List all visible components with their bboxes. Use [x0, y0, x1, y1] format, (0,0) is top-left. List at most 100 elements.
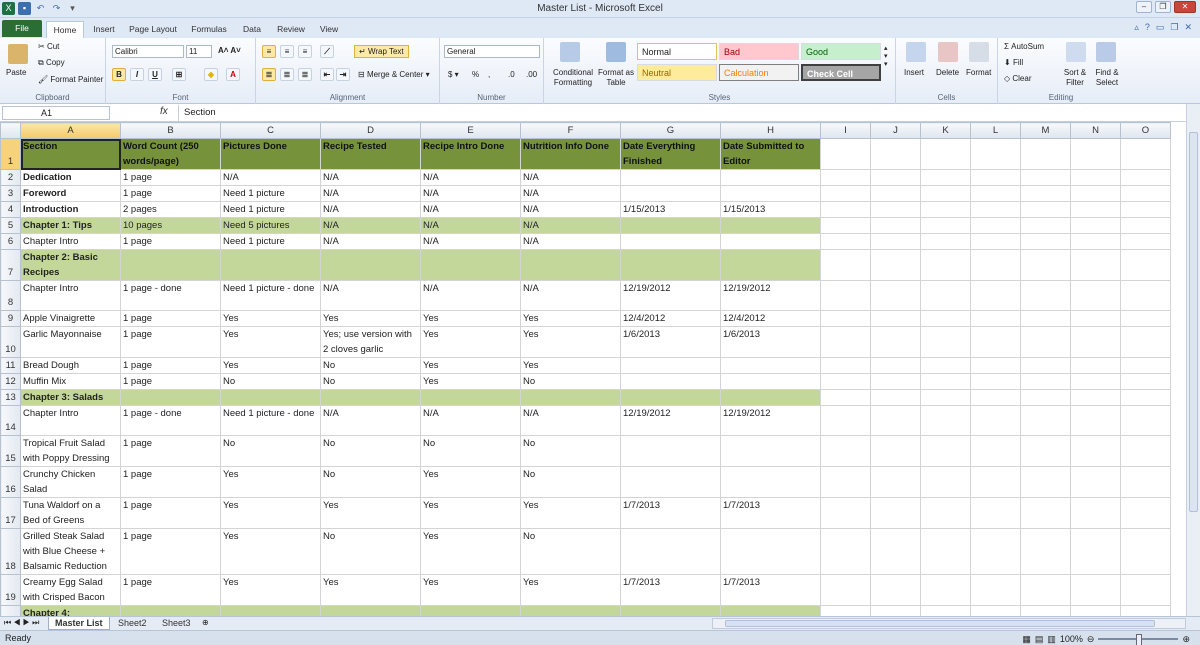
- cell-b12[interactable]: 1 page: [120, 373, 221, 390]
- cell-c10[interactable]: Yes: [220, 326, 321, 358]
- cell-f17[interactable]: Yes: [520, 497, 621, 529]
- cell-h16[interactable]: [720, 466, 821, 498]
- cell-i6[interactable]: [820, 233, 871, 250]
- clear-button[interactable]: ◇ Clear: [1004, 74, 1032, 83]
- normal-view-icon[interactable]: ▦: [1022, 632, 1031, 645]
- cell-e17[interactable]: Yes: [420, 497, 521, 529]
- cell-l1[interactable]: [970, 138, 1021, 170]
- format-table-button[interactable]: Format as Table: [596, 68, 636, 88]
- zoom-level[interactable]: 100%: [1060, 632, 1083, 645]
- cell-i18[interactable]: [820, 528, 871, 575]
- cell-e6[interactable]: N/A: [420, 233, 521, 250]
- cell-k10[interactable]: [920, 326, 971, 358]
- cell-g19[interactable]: 1/7/2013: [620, 574, 721, 606]
- cell-b5[interactable]: 10 pages: [120, 217, 221, 234]
- cell-b16[interactable]: 1 page: [120, 466, 221, 498]
- cell-m3[interactable]: [1020, 185, 1071, 202]
- cell-m10[interactable]: [1020, 326, 1071, 358]
- close-button[interactable]: ✕: [1174, 1, 1196, 13]
- row-header[interactable]: 7: [0, 249, 21, 281]
- cell-k20[interactable]: [920, 605, 971, 616]
- cell-n13[interactable]: [1070, 389, 1121, 406]
- cell-n20[interactable]: [1070, 605, 1121, 616]
- cell-d15[interactable]: No: [320, 435, 421, 467]
- cell-o16[interactable]: [1120, 466, 1171, 498]
- cell-g11[interactable]: [620, 357, 721, 374]
- cell-f12[interactable]: No: [520, 373, 621, 390]
- style-bad[interactable]: Bad: [719, 43, 799, 60]
- tab-formulas[interactable]: Formulas: [186, 21, 232, 38]
- cell-l14[interactable]: [970, 405, 1021, 436]
- page-break-view-icon[interactable]: ▥: [1047, 632, 1056, 645]
- minimize-button[interactable]: –: [1136, 1, 1152, 13]
- vertical-scrollbar[interactable]: [1186, 104, 1200, 616]
- increase-indent-icon[interactable]: ⇥: [336, 68, 350, 81]
- column-header-d[interactable]: D: [320, 122, 421, 139]
- cell-b3[interactable]: 1 page: [120, 185, 221, 202]
- cell-m12[interactable]: [1020, 373, 1071, 390]
- cell-i17[interactable]: [820, 497, 871, 529]
- cell-b2[interactable]: 1 page: [120, 169, 221, 186]
- cell-e8[interactable]: N/A: [420, 280, 521, 311]
- cell-f4[interactable]: N/A: [520, 201, 621, 218]
- cell-d10[interactable]: Yes; use version with 2 cloves garlic: [320, 326, 421, 358]
- cell-j17[interactable]: [870, 497, 921, 529]
- cell-g8[interactable]: 12/19/2012: [620, 280, 721, 311]
- align-bottom-icon[interactable]: ≡: [298, 45, 312, 58]
- cell-j20[interactable]: [870, 605, 921, 616]
- cell-j7[interactable]: [870, 249, 921, 281]
- cell-g17[interactable]: 1/7/2013: [620, 497, 721, 529]
- cell-i16[interactable]: [820, 466, 871, 498]
- tab-file[interactable]: File: [2, 20, 42, 37]
- cell-a8[interactable]: Chapter Intro: [20, 280, 121, 311]
- cell-k15[interactable]: [920, 435, 971, 467]
- cell-n6[interactable]: [1070, 233, 1121, 250]
- cell-m16[interactable]: [1020, 466, 1071, 498]
- cell-m4[interactable]: [1020, 201, 1071, 218]
- cell-k7[interactable]: [920, 249, 971, 281]
- cell-m6[interactable]: [1020, 233, 1071, 250]
- cell-i13[interactable]: [820, 389, 871, 406]
- cell-l16[interactable]: [970, 466, 1021, 498]
- cell-m13[interactable]: [1020, 389, 1071, 406]
- cell-o13[interactable]: [1120, 389, 1171, 406]
- cell-k18[interactable]: [920, 528, 971, 575]
- cell-e3[interactable]: N/A: [420, 185, 521, 202]
- cell-k17[interactable]: [920, 497, 971, 529]
- cell-d11[interactable]: No: [320, 357, 421, 374]
- cell-h14[interactable]: 12/19/2012: [720, 405, 821, 436]
- cell-h17[interactable]: 1/7/2013: [720, 497, 821, 529]
- cell-j9[interactable]: [870, 310, 921, 327]
- cell-o19[interactable]: [1120, 574, 1171, 606]
- cell-d13[interactable]: [320, 389, 421, 406]
- cell-a15[interactable]: Tropical Fruit Salad with Poppy Dressing: [20, 435, 121, 467]
- cell-h15[interactable]: [720, 435, 821, 467]
- cell-c15[interactable]: No: [220, 435, 321, 467]
- cell-k1[interactable]: [920, 138, 971, 170]
- cell-d17[interactable]: Yes: [320, 497, 421, 529]
- cell-m1[interactable]: [1020, 138, 1071, 170]
- cell-h11[interactable]: [720, 357, 821, 374]
- column-header-c[interactable]: C: [220, 122, 321, 139]
- align-middle-icon[interactable]: ≡: [280, 45, 294, 58]
- cut-button[interactable]: ✂ Cut: [38, 42, 59, 51]
- cell-g13[interactable]: [620, 389, 721, 406]
- cell-n4[interactable]: [1070, 201, 1121, 218]
- merge-center-button[interactable]: ⊟ Merge & Center ▾: [358, 70, 430, 79]
- sheet-nav-arrows-icon[interactable]: ⏮ ◀ ▶ ⏭: [4, 618, 39, 628]
- cell-j19[interactable]: [870, 574, 921, 606]
- cell-d6[interactable]: N/A: [320, 233, 421, 250]
- cell-i7[interactable]: [820, 249, 871, 281]
- cell-h19[interactable]: 1/7/2013: [720, 574, 821, 606]
- cell-g5[interactable]: [620, 217, 721, 234]
- cell-f2[interactable]: N/A: [520, 169, 621, 186]
- cell-l6[interactable]: [970, 233, 1021, 250]
- tab-review[interactable]: Review: [272, 21, 310, 38]
- cell-g6[interactable]: [620, 233, 721, 250]
- cell-g10[interactable]: 1/6/2013: [620, 326, 721, 358]
- column-header-e[interactable]: E: [420, 122, 521, 139]
- cell-f13[interactable]: [520, 389, 621, 406]
- cell-d20[interactable]: [320, 605, 421, 616]
- decrease-decimal-icon[interactable]: .00: [526, 70, 537, 79]
- cell-e12[interactable]: Yes: [420, 373, 521, 390]
